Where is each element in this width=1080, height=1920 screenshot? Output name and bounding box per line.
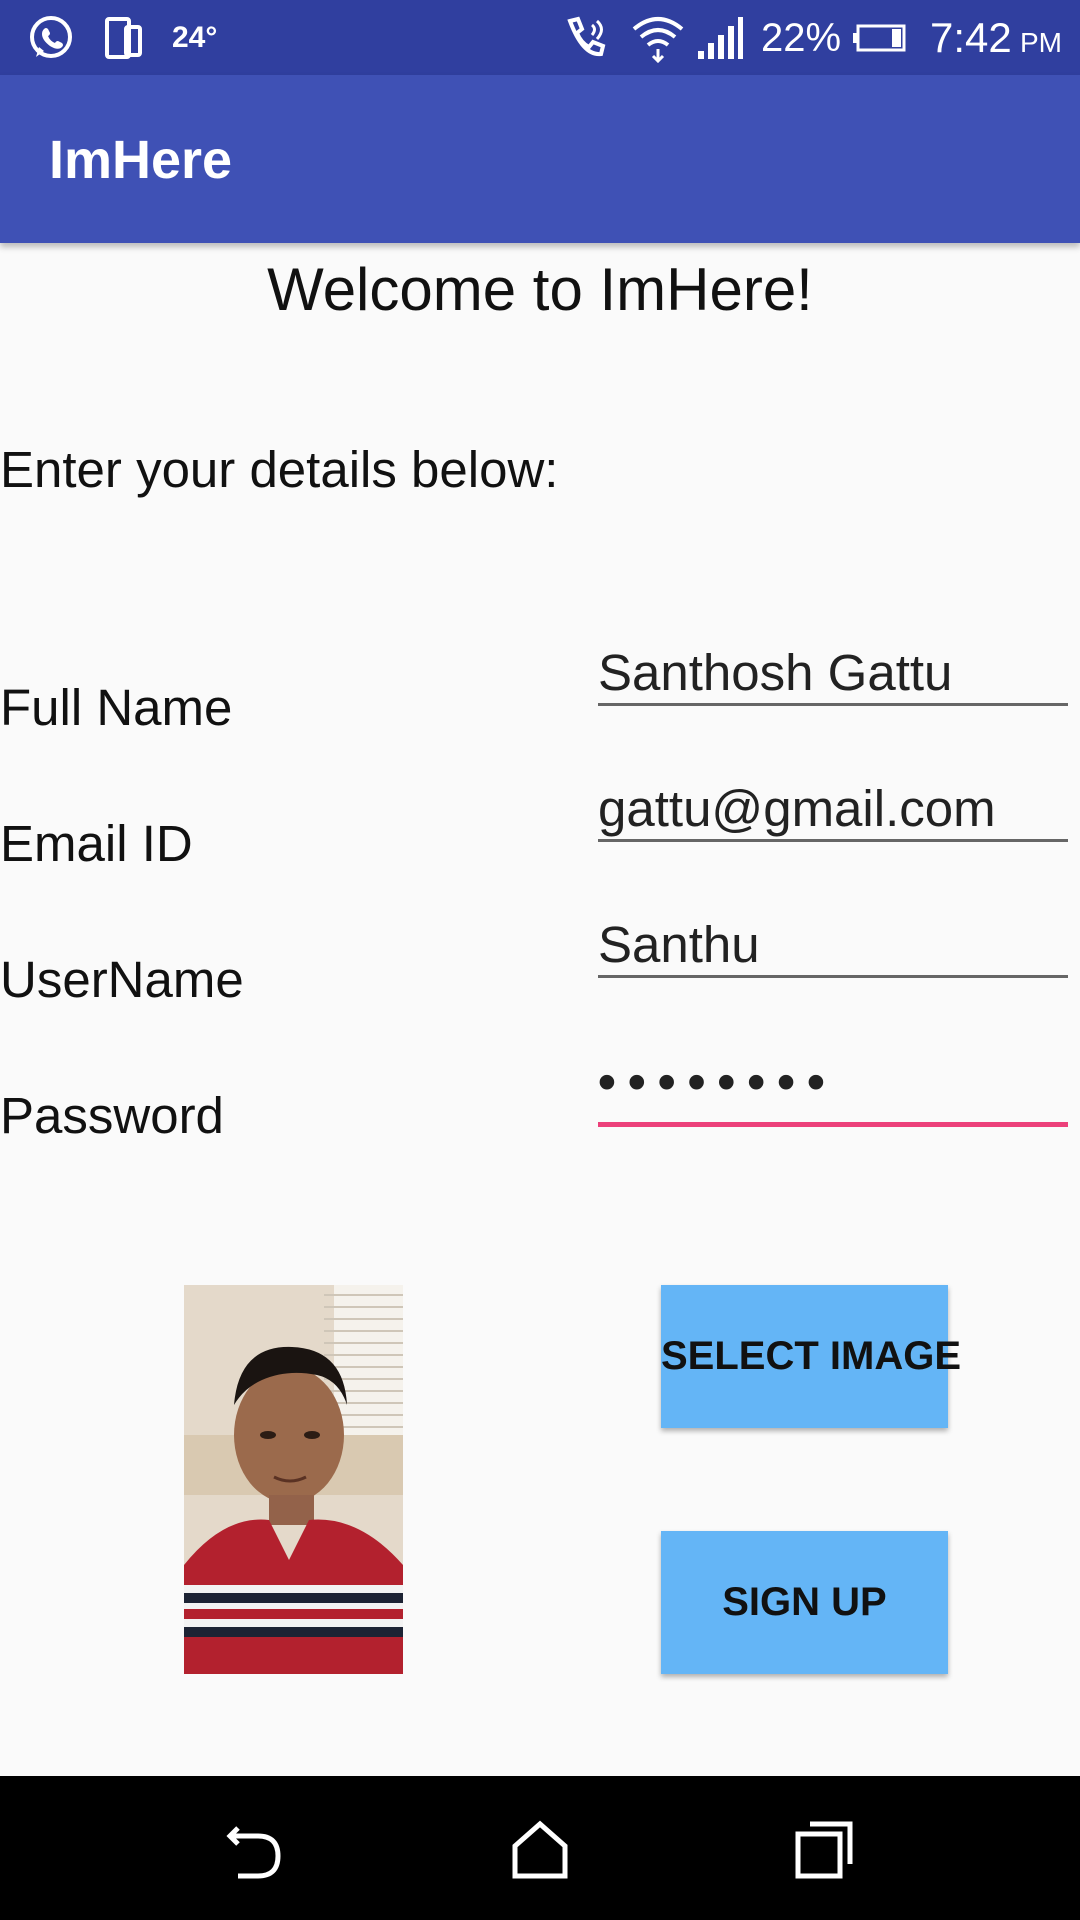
recents-icon[interactable] <box>790 1814 860 1884</box>
battery-percent: 22% <box>761 16 842 60</box>
whatsapp-icon <box>30 16 72 58</box>
welcome-heading: Welcome to ImHere! <box>267 256 813 323</box>
app-bar: ImHere <box>0 75 1080 243</box>
email-input[interactable]: gattu@gmail.com <box>598 779 1068 842</box>
sign-up-button[interactable]: SIGN UP <box>661 1531 948 1674</box>
instructions-text: Enter your details below: <box>0 441 559 498</box>
device-icon <box>105 17 142 59</box>
email-label: Email ID <box>0 815 193 872</box>
wifi-call-icon <box>567 16 606 57</box>
home-icon[interactable] <box>505 1814 575 1884</box>
password-label: Password <box>0 1087 224 1144</box>
full-name-input[interactable]: Santhosh Gattu <box>598 643 1068 706</box>
back-icon[interactable] <box>218 1814 288 1884</box>
full-name-label: Full Name <box>0 679 233 736</box>
select-image-button[interactable]: SELECT IMAGE <box>661 1285 961 1428</box>
username-input[interactable]: Santhu <box>598 915 1068 978</box>
signal-icon <box>698 17 743 59</box>
navigation-bar <box>0 1776 1080 1920</box>
clock-ampm: PM <box>1020 27 1062 58</box>
app-title: ImHere <box>49 130 233 190</box>
wifi-icon <box>632 17 684 63</box>
battery-icon <box>853 24 906 52</box>
temperature: 24° <box>172 21 218 54</box>
password-input[interactable]: •••••••• <box>598 1052 1068 1127</box>
status-bar: 24° 22% 7:42 PM <box>0 0 1080 75</box>
profile-photo <box>184 1285 403 1674</box>
username-label: UserName <box>0 951 244 1008</box>
clock-time: 7:42 <box>930 14 1012 61</box>
